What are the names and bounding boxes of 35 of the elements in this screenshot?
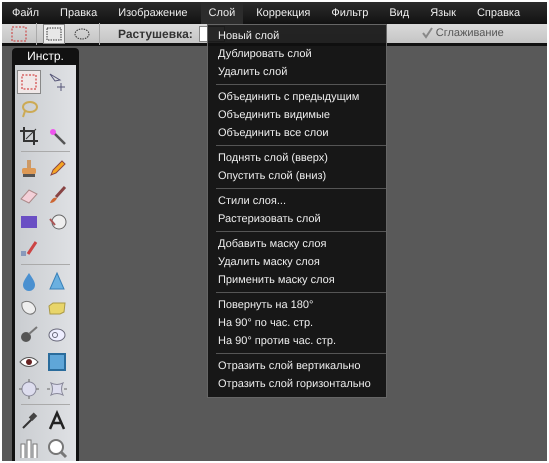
menu-option[interactable]: Удалить слой: [208, 63, 298, 81]
rectangle-icon: [46, 350, 68, 372]
menu-item[interactable]: Коррекция: [248, 2, 318, 24]
feather-label: Растушевка:: [118, 26, 193, 42]
menu-option[interactable]: Отразить слой горизонтально: [208, 375, 381, 393]
menu-item[interactable]: Слой: [200, 2, 244, 24]
menu-item[interactable]: Файл: [4, 2, 48, 24]
menu-item[interactable]: Правка: [52, 2, 106, 24]
crop-icon: [18, 124, 40, 146]
menu-option[interactable]: На 90° по час. стр.: [208, 314, 324, 332]
text-tool-icon: [46, 410, 68, 432]
menu-item[interactable]: Фильтр: [323, 2, 376, 24]
menu-option[interactable]: Применить маску слоя: [208, 271, 345, 289]
menu-option[interactable]: Растеризовать слой: [208, 210, 331, 228]
menu-item[interactable]: Вид: [381, 2, 418, 24]
rect-select-button[interactable]: [43, 24, 65, 44]
menu-option[interactable]: Новый слой: [208, 27, 290, 45]
menu-option[interactable]: Повернуть на 180°: [208, 296, 324, 314]
menu-option[interactable]: Дублировать слой: [208, 45, 322, 63]
menu-option[interactable]: Объединить с предыдущим: [208, 88, 370, 106]
menu-option[interactable]: На 90° против час. стр.: [208, 332, 346, 350]
panel-title: Инстр.: [26, 48, 65, 65]
menu-option[interactable]: Отразить слой вертикально: [208, 357, 370, 375]
menu-option[interactable]: Стили слоя...: [208, 192, 296, 210]
menu-option[interactable]: Добавить маску слоя: [208, 235, 336, 253]
menu-item[interactable]: Изображение: [110, 2, 196, 24]
zoom-icon: [46, 436, 68, 458]
menu-option[interactable]: Опустить слой (вниз): [208, 167, 336, 185]
menu-item[interactable]: Язык: [422, 2, 464, 24]
menu-option[interactable]: Поднять слой (вверх): [208, 149, 338, 167]
menu-option[interactable]: Объединить все слои: [208, 124, 339, 142]
antialias-label: Сглаживание: [436, 26, 504, 42]
menu-option[interactable]: Удалить маску слоя: [208, 253, 330, 271]
menu-item[interactable]: Справка: [468, 2, 528, 24]
menu-option[interactable]: Объединить видимые: [208, 106, 340, 124]
